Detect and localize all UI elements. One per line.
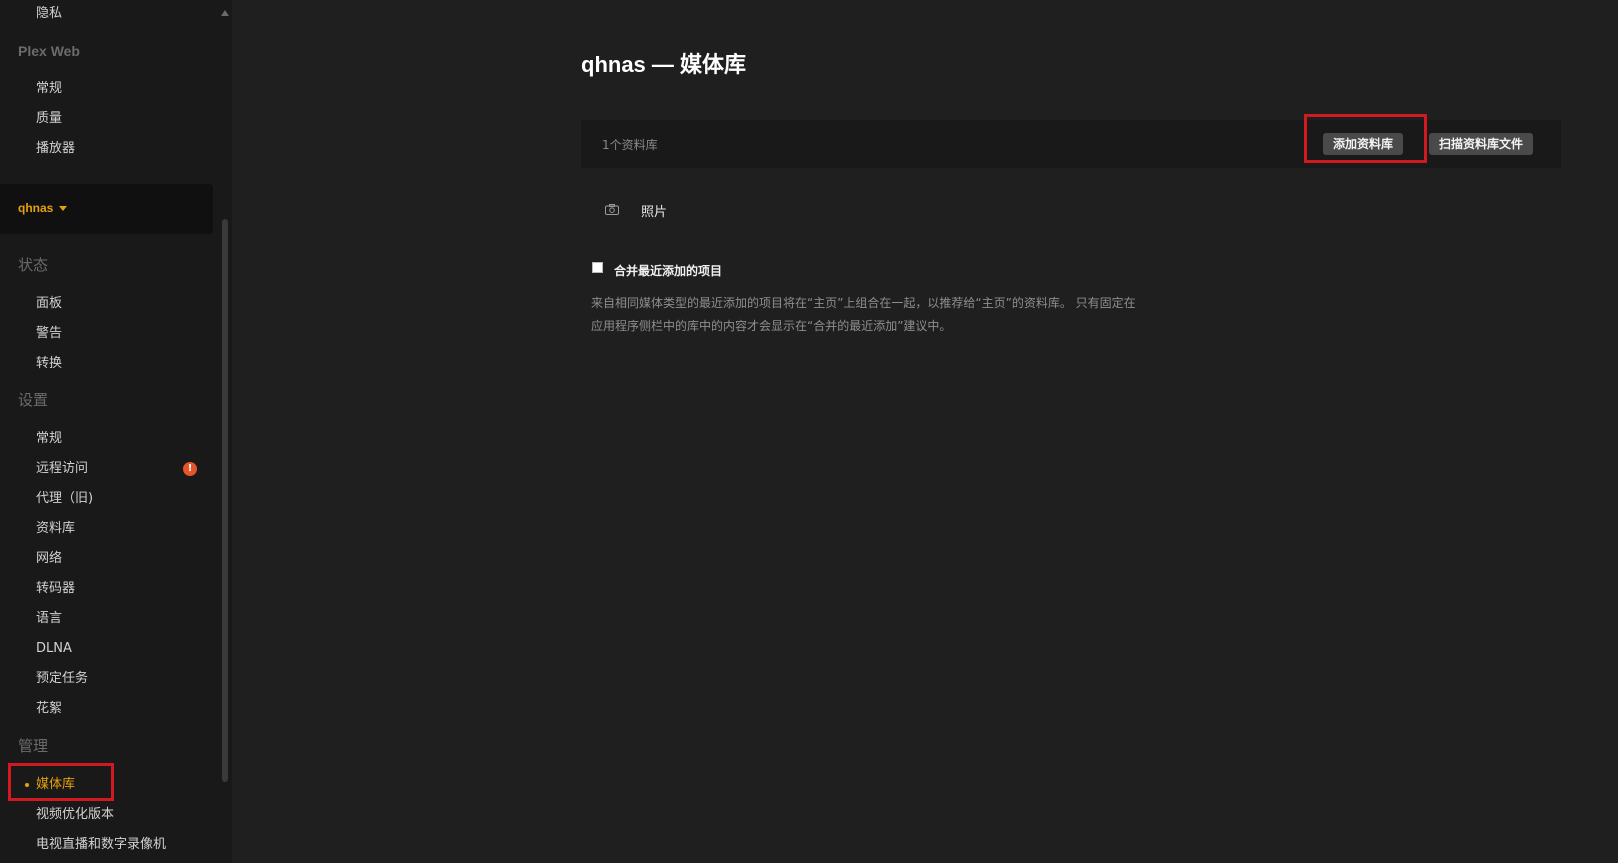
sidebar-item-dashboard[interactable]: 面板 — [36, 296, 62, 312]
sidebar-item-privacy[interactable]: 隐私 — [36, 6, 62, 22]
library-count: 1个资料库 — [602, 138, 658, 152]
scroll-up-arrow-icon[interactable] — [221, 10, 229, 16]
alert-icon: ! — [183, 462, 197, 476]
library-row-photos[interactable]: 照片 — [581, 195, 1181, 225]
section-title-manage: 管理 — [18, 737, 49, 755]
sidebar-item-web-general[interactable]: 常规 — [36, 81, 62, 97]
merge-recently-added-checkbox[interactable] — [592, 262, 603, 273]
sidebar-item-dlna[interactable]: DLNA — [36, 641, 72, 657]
sidebar-item-extras[interactable]: 花絮 — [36, 701, 62, 717]
active-indicator-dot — [25, 783, 29, 787]
scan-library-files-button[interactable]: 扫描资料库文件 — [1429, 133, 1534, 155]
sidebar-item-library-settings[interactable]: 资料库 — [36, 521, 75, 537]
chevron-down-icon — [59, 206, 67, 211]
sidebar-item-web-player[interactable]: 播放器 — [36, 141, 75, 157]
merge-recently-added-label: 合并最近添加的项目 — [614, 264, 723, 278]
sidebar-item-optimized-versions[interactable]: 视频优化版本 — [36, 807, 114, 823]
sidebar-item-libraries[interactable]: 媒体库 — [36, 777, 75, 793]
sidebar-scrollbar[interactable] — [222, 219, 228, 782]
sidebar-item-web-quality[interactable]: 质量 — [36, 111, 62, 127]
sidebar-item-live-tv-dvr[interactable]: 电视直播和数字录像机 — [36, 837, 166, 853]
library-toolbar: 1个资料库 添加资料库 扫描资料库文件 — [581, 120, 1561, 168]
sidebar-item-scheduled-tasks[interactable]: 预定任务 — [36, 671, 88, 687]
merge-help-line-2: 应用程序侧栏中的库中的内容才会显示在“合并的最近添加”建议中。 — [591, 319, 952, 333]
sidebar-item-alerts[interactable]: 警告 — [36, 326, 62, 342]
library-name: 照片 — [641, 205, 668, 220]
camera-icon — [605, 204, 619, 215]
sidebar-item-transcoder[interactable]: 转码器 — [36, 581, 75, 597]
add-library-button[interactable]: 添加资料库 — [1323, 133, 1404, 155]
page-title: qhnas — 媒体库 — [581, 52, 747, 77]
section-title-plex-web: Plex Web — [18, 43, 80, 59]
sidebar-item-languages[interactable]: 语言 — [36, 611, 62, 627]
server-selector[interactable]: qhnas — [0, 184, 213, 234]
sidebar-item-conversions[interactable]: 转换 — [36, 356, 62, 372]
merge-help-text: 来自相同媒体类型的最近添加的项目将在“主页”上组合在一起，以推荐给“主页”的资料… — [591, 292, 1191, 338]
sidebar-item-general[interactable]: 常规 — [36, 431, 62, 447]
sidebar-item-proxy-legacy[interactable]: 代理（旧) — [36, 491, 93, 507]
server-name: qhnas — [18, 201, 54, 215]
sidebar-item-remote-access[interactable]: 远程访问 — [36, 461, 88, 477]
sidebar: 隐私 Plex Web 常规 质量 播放器 qhnas 状态 面板 警告 转换 … — [0, 0, 232, 863]
sidebar-item-network[interactable]: 网络 — [36, 551, 62, 567]
section-title-status: 状态 — [18, 256, 49, 274]
merge-help-line-1: 来自相同媒体类型的最近添加的项目将在“主页”上组合在一起，以推荐给“主页”的资料… — [591, 296, 1136, 310]
section-title-settings: 设置 — [18, 391, 49, 409]
